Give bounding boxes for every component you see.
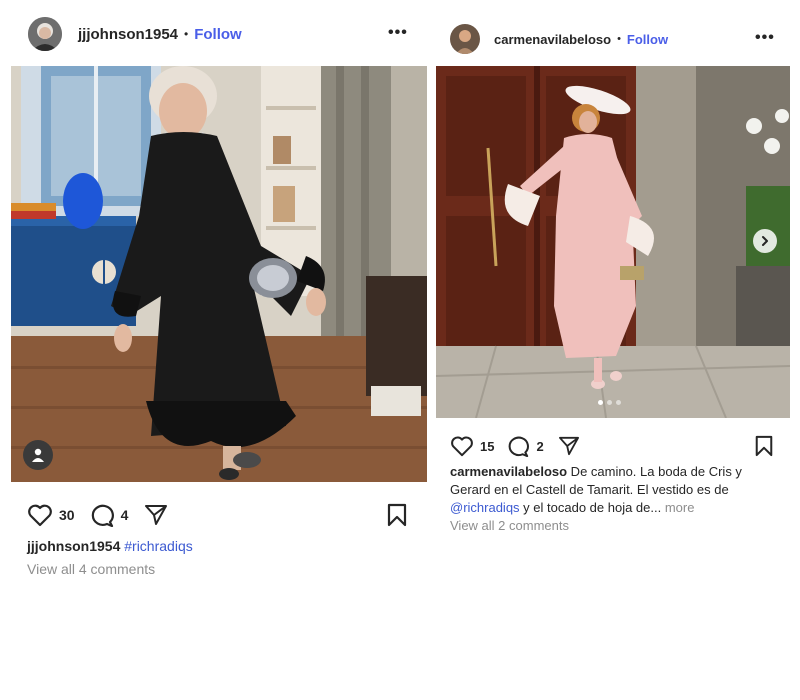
- tagged-users-button[interactable]: [23, 440, 53, 470]
- photo-illustration: [436, 66, 790, 418]
- post-photo[interactable]: [436, 66, 790, 418]
- more-options-icon[interactable]: •••: [755, 29, 775, 47]
- save-button[interactable]: [386, 503, 408, 532]
- caption: carmenavilabeloso De camino. La boda de …: [450, 463, 780, 517]
- like-count: 15: [480, 438, 495, 454]
- view-comments-link[interactable]: View all 2 comments: [450, 518, 569, 533]
- comment-count: 2: [536, 438, 544, 454]
- avatar[interactable]: [450, 24, 480, 54]
- follow-button[interactable]: Follow: [194, 26, 242, 43]
- post-photo[interactable]: [11, 66, 427, 482]
- caption-text: y el tocado de hoja de...: [519, 500, 662, 515]
- action-bar: 15 2: [450, 434, 580, 458]
- photo-illustration: [11, 66, 427, 482]
- post-header: jjjohnson1954 • Follow •••: [0, 14, 432, 54]
- carousel-dot: [598, 400, 603, 405]
- separator-dot: •: [617, 33, 621, 45]
- comment-button[interactable]: 2: [506, 435, 544, 457]
- heart-icon: [451, 436, 473, 457]
- carousel-indicator: [598, 400, 621, 405]
- hashtag-link[interactable]: #richradiqs: [124, 538, 192, 554]
- bookmark-icon: [387, 503, 407, 527]
- mention-link[interactable]: @richradiqs: [450, 500, 520, 515]
- action-bar: 30 4: [27, 502, 168, 528]
- caption-username[interactable]: jjjohnson1954: [27, 538, 120, 554]
- username[interactable]: jjjohnson1954: [78, 26, 178, 43]
- caption: jjjohnson1954 #richradiqs: [27, 537, 417, 555]
- carousel-next-button[interactable]: [753, 229, 777, 253]
- caption-more-link[interactable]: more: [661, 500, 695, 515]
- bookmark-icon: [755, 435, 773, 457]
- send-icon: [145, 505, 168, 525]
- more-options-icon[interactable]: •••: [388, 24, 408, 42]
- post-header: carmenavilabeloso • Follow •••: [432, 22, 800, 56]
- avatar[interactable]: [28, 17, 62, 51]
- comment-icon: [509, 436, 530, 457]
- save-button[interactable]: [754, 435, 774, 462]
- view-comments-link[interactable]: View all 4 comments: [27, 561, 155, 577]
- caption-username[interactable]: carmenavilabeloso: [450, 464, 567, 479]
- post-card: jjjohnson1954 • Follow ••• 30 4 jjjohnso…: [0, 0, 432, 700]
- like-button[interactable]: 30: [27, 503, 75, 527]
- comment-count: 4: [120, 507, 129, 523]
- post-card: carmenavilabeloso • Follow ••• 15 2 carm…: [432, 0, 800, 700]
- share-button[interactable]: [558, 436, 580, 456]
- comment-icon: [91, 504, 114, 527]
- heart-icon: [28, 504, 52, 527]
- username[interactable]: carmenavilabeloso: [494, 32, 611, 47]
- carousel-dot: [616, 400, 621, 405]
- comment-button[interactable]: 4: [89, 503, 129, 527]
- like-button[interactable]: 15: [450, 435, 494, 457]
- follow-button[interactable]: Follow: [627, 32, 668, 47]
- separator-dot: •: [184, 27, 189, 41]
- chevron-right-icon: [762, 236, 768, 246]
- user-icon: [32, 448, 44, 462]
- carousel-dot: [607, 400, 612, 405]
- send-icon: [558, 436, 579, 456]
- share-button[interactable]: [144, 504, 168, 526]
- like-count: 30: [59, 507, 75, 523]
